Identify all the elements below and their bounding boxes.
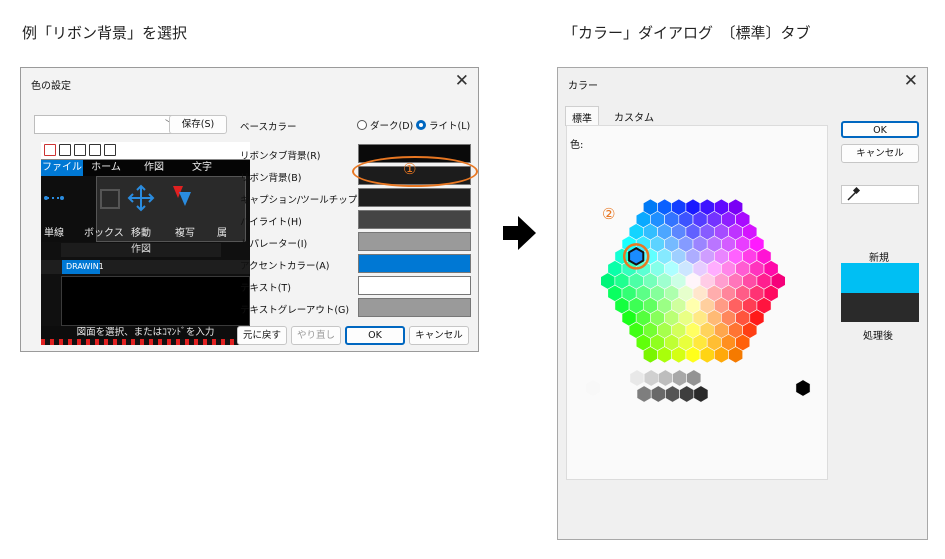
radio-light[interactable]: ライト(L) [416, 118, 470, 132]
preview-group-name: 作図 [61, 243, 221, 257]
row-label-accent: アクセントカラー(A) [240, 261, 330, 272]
save-icon [104, 144, 116, 156]
new-color-label: 新規 [869, 253, 889, 264]
preview-status-bar [41, 339, 250, 345]
close-icon[interactable]: ✕ [455, 71, 469, 91]
preview-label-attr: 属 [217, 228, 227, 239]
preview-label-line: 単線 [44, 228, 64, 239]
ok-button[interactable]: OK [841, 121, 919, 138]
base-color-label: ベースカラー [240, 122, 297, 133]
close-icon[interactable]: ✕ [904, 71, 918, 91]
gray-cell [629, 369, 645, 387]
new-color-swatch [841, 263, 919, 293]
swatch-text-grayout[interactable] [358, 298, 471, 317]
row-label-ribbon-bg: リボン背景(B) [240, 173, 302, 184]
row-label-caption-tooltip: キャプション/ツールチップ(C) [240, 195, 372, 206]
new-file-icon [59, 144, 71, 156]
radio-dark[interactable]: ダーク(D) [357, 118, 413, 132]
cancel-button[interactable]: キャンセル [409, 326, 469, 345]
tab-standard[interactable]: 標準 [565, 106, 599, 126]
box-tool-icon [100, 189, 120, 209]
new-document-icon [74, 144, 86, 156]
row-label-text-grayout: テキストグレーアウト(G) [240, 305, 350, 316]
preview-ribbon-tabs: ファイル ホーム 作図 文字 [41, 160, 250, 176]
copy-tool-icon [173, 186, 191, 206]
colors-label: 色: [570, 140, 584, 151]
swatch-accent[interactable] [358, 254, 471, 273]
gray-cell-white [585, 379, 601, 397]
swatch-separator[interactable] [358, 232, 471, 251]
radio-dark-circle [357, 120, 367, 130]
app-icon [44, 144, 56, 156]
preview-tab-home: ホーム [91, 162, 121, 173]
row-label-separator: セパレーター(I) [240, 239, 308, 250]
color-picker-dialog: カラー ✕ 標準 カスタム 色: ② OK キャンセル 新規 処理後 [557, 67, 928, 540]
move-tool-icon [127, 184, 155, 212]
marker-number-2: ② [602, 205, 616, 223]
current-color-swatch [841, 293, 919, 322]
gray-cell-black [795, 379, 811, 397]
gray-cell [686, 369, 702, 387]
quick-access-toolbar [41, 142, 250, 160]
eyedropper-button[interactable] [841, 185, 919, 204]
save-button[interactable]: 保存(S) [169, 115, 227, 134]
row-label-text: テキスト(T) [240, 283, 291, 294]
arrow-right-icon-head [518, 216, 536, 250]
swatch-caption-tooltip[interactable] [358, 188, 471, 207]
preview-tab-text: 文字 [192, 162, 212, 173]
swatch-text[interactable] [358, 276, 471, 295]
preview-drawing-area [61, 276, 250, 326]
gray-cell [636, 385, 652, 403]
row-label-highlight: ハイライト(H) [240, 217, 302, 228]
color-honeycomb[interactable] [567, 126, 829, 481]
eyedropper-icon [847, 186, 861, 201]
right-caption: 「カラー」ダイアログ 〔標準〕タブ [563, 24, 811, 42]
radio-dark-label: ダーク(D) [370, 121, 414, 132]
open-folder-icon [89, 144, 101, 156]
color-settings-dialog: 色の設定 ✕ ﹀ 保存(S) ファイル ホーム 作図 文字 単線 ボックス [20, 67, 479, 352]
row-label-ribbon-tab-bg: リボンタブ背景(R) [240, 151, 321, 162]
gray-cell [643, 369, 659, 387]
preview-doc-tab: DRAWIN1 [62, 260, 104, 274]
gray-cell [672, 369, 687, 387]
preview-label-move: 移動 [131, 228, 151, 239]
preview-tab-file: ファイル [41, 160, 83, 176]
gray-cell [693, 385, 709, 403]
radio-light-circle [416, 120, 426, 130]
gray-cell [658, 369, 673, 387]
current-color-label: 処理後 [863, 331, 893, 342]
ok-button[interactable]: OK [345, 326, 405, 345]
marker-number-1: ① [403, 160, 417, 178]
left-caption: 例「リボン背景」を選択 [22, 24, 188, 42]
standard-colors-panel [566, 125, 828, 480]
gray-cell [665, 385, 680, 403]
reset-button[interactable]: 元に戻す [237, 326, 287, 345]
preview-label-copy: 複写 [175, 228, 195, 239]
dialog-title: 色の設定 [31, 81, 71, 92]
preview-label-box: ボックス [84, 228, 124, 239]
swatch-highlight[interactable] [358, 210, 471, 229]
preset-combobox[interactable]: ﹀ [34, 115, 182, 134]
preview-document-bar: DRAWIN1 [41, 260, 250, 274]
gray-cell [650, 385, 666, 403]
line-tool-icon [44, 196, 64, 200]
selected-color-cell [628, 247, 645, 266]
arrow-right-icon [503, 226, 519, 240]
cancel-button[interactable]: キャンセル [841, 144, 919, 163]
dialog-title: カラー [568, 81, 598, 92]
radio-light-label: ライト(L) [429, 121, 471, 132]
redo-button[interactable]: やり直し [291, 326, 341, 345]
preview-tab-draw: 作図 [144, 162, 164, 173]
theme-preview: ファイル ホーム 作図 文字 単線 ボックス 移動 複写 属 作図 DRAWIN… [41, 142, 250, 345]
gray-cell [679, 385, 695, 403]
tab-custom[interactable]: カスタム [608, 106, 660, 126]
